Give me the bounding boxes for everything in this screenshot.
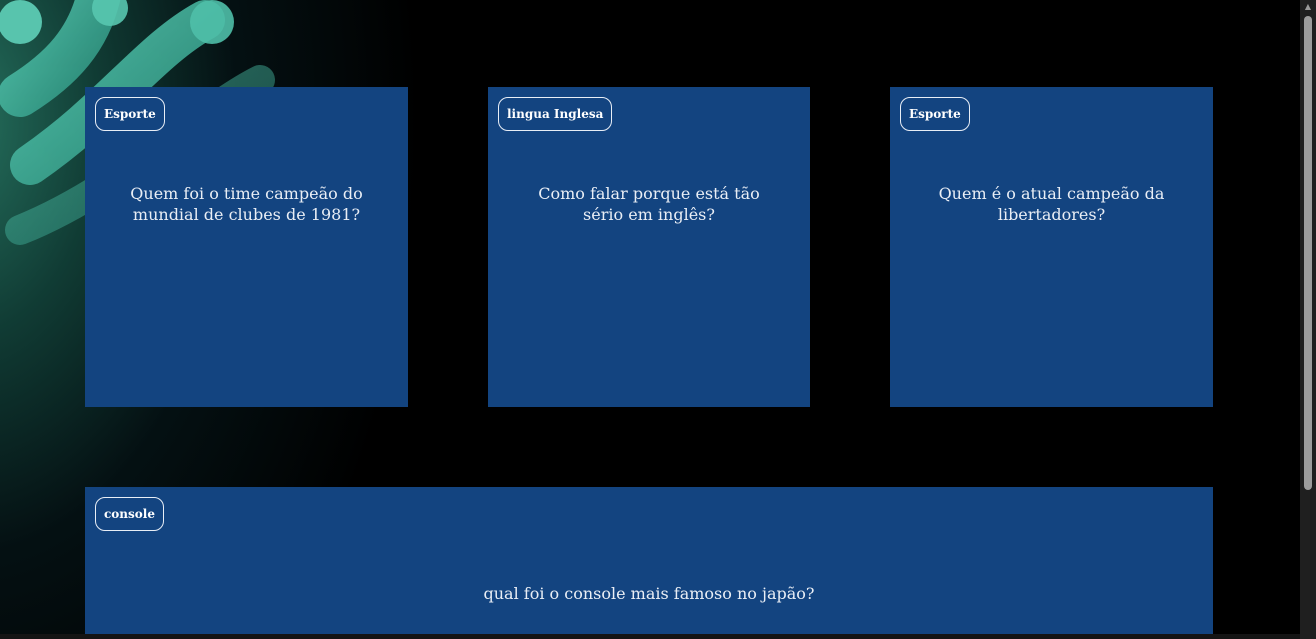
vertical-scrollbar[interactable]: ▲: [1300, 0, 1316, 639]
horizontal-scroll-track: [0, 634, 1300, 639]
page-viewport: Esporte Quem foi o time campeão do mundi…: [0, 0, 1300, 639]
question-card[interactable]: Esporte Quem foi o time campeão do mundi…: [85, 87, 408, 407]
category-tag: Esporte: [95, 97, 165, 131]
question-text: Quem foi o time campeão do mundial de cl…: [130, 184, 363, 224]
category-tag: console: [95, 497, 164, 531]
question-text: qual foi o console mais famoso no japão?: [483, 584, 815, 603]
question-card[interactable]: Esporte Quem é o atual campeão da libert…: [890, 87, 1213, 407]
question-text: Quem é o atual campeão da libertadores?: [938, 184, 1165, 224]
triangle-up-icon[interactable]: ▲: [1300, 0, 1316, 14]
question-text: Como falar porque está tão sério em ingl…: [538, 184, 760, 224]
scrollbar-thumb[interactable]: [1304, 16, 1312, 490]
category-tag: Esporte: [900, 97, 970, 131]
question-card[interactable]: lingua Inglesa Como falar porque está tã…: [488, 87, 810, 407]
question-card[interactable]: console qual foi o console mais famoso n…: [85, 487, 1213, 639]
category-tag: lingua Inglesa: [498, 97, 613, 131]
